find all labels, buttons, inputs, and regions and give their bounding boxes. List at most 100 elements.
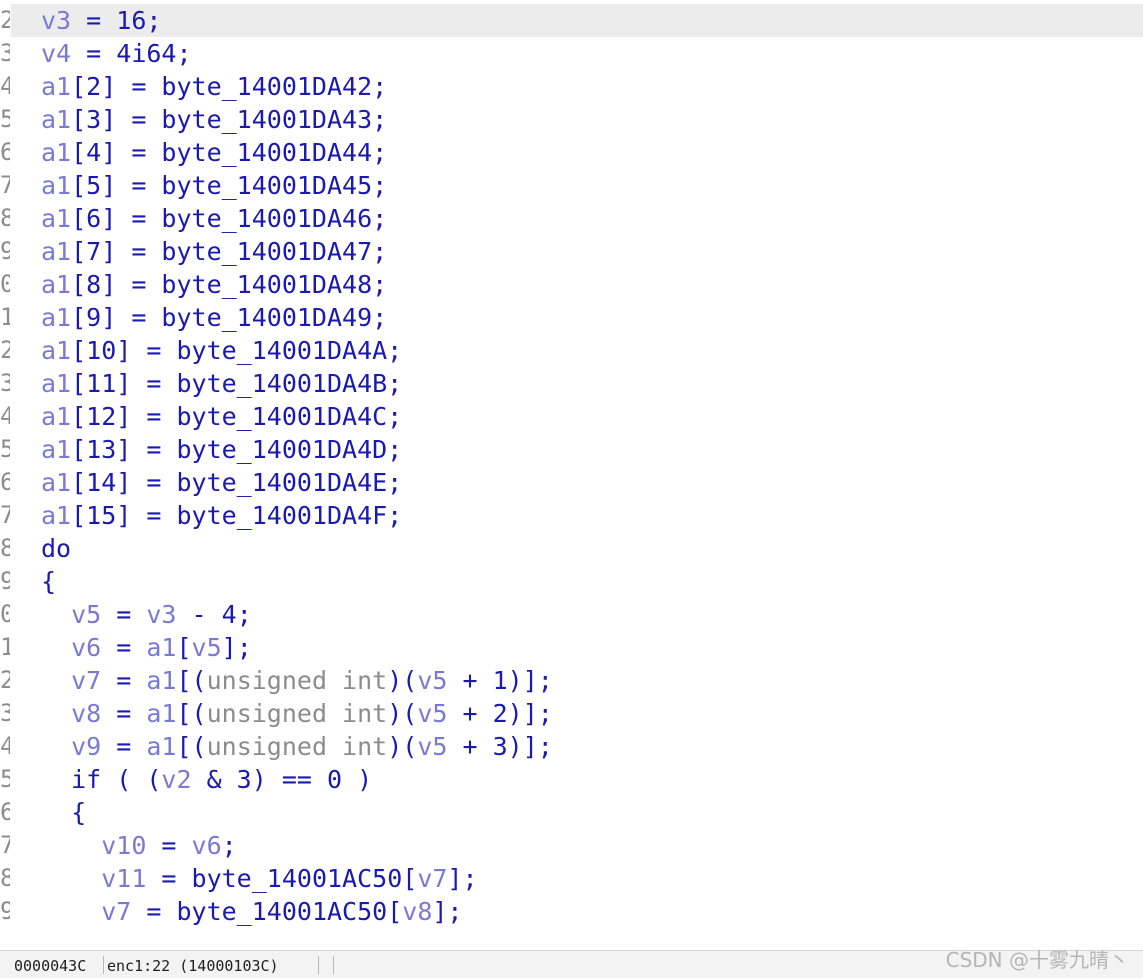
code-token-plain: ]; (447, 864, 478, 893)
code-token-plain: = (101, 600, 147, 629)
code-token-var[interactable]: v5 (71, 600, 101, 629)
code-token-var[interactable]: v5 (417, 666, 447, 695)
code-token-var[interactable]: a1 (41, 369, 71, 398)
code-token-var[interactable]: a1 (146, 732, 176, 761)
code-token-plain: + 1)]; (447, 666, 553, 695)
code-token-var[interactable]: v7 (101, 897, 131, 926)
code-token-var[interactable]: a1 (41, 402, 71, 431)
code-token-var[interactable]: a1 (41, 171, 71, 200)
code-token-var[interactable]: v3 (41, 6, 71, 35)
code-token-plain: [7] = byte_14001DA47; (71, 237, 388, 266)
code-token-var[interactable]: v10 (101, 831, 146, 860)
code-line[interactable]: a1[8] = byte_14001DA48; (11, 268, 1143, 301)
code-token-var[interactable]: a1 (41, 204, 71, 233)
code-token-plain: [3] = byte_14001DA43; (71, 105, 388, 134)
code-line[interactable]: a1[9] = byte_14001DA49; (11, 301, 1143, 334)
code-line[interactable]: v7 = a1[(unsigned int)(v5 + 1)]; (11, 664, 1143, 697)
code-token-var[interactable]: a1 (41, 336, 71, 365)
code-token-var[interactable]: v5 (192, 633, 222, 662)
code-token-plain: [5] = byte_14001DA45; (71, 171, 388, 200)
code-line[interactable]: a1[3] = byte_14001DA43; (11, 103, 1143, 136)
line-number: 5 (0, 435, 10, 463)
code-token-var[interactable]: a1 (41, 138, 71, 167)
code-line[interactable]: v8 = a1[(unsigned int)(v5 + 2)]; (11, 697, 1143, 730)
code-line[interactable]: v6 = a1[v5]; (11, 631, 1143, 664)
code-token-var[interactable]: v6 (71, 633, 101, 662)
line-number: 0 (0, 270, 10, 298)
code-token-plain: + 2)]; (447, 699, 553, 728)
code-token-plain: [6] = byte_14001DA46; (71, 204, 388, 233)
line-number: 7 (0, 501, 10, 529)
code-token-var[interactable]: v5 (417, 732, 447, 761)
code-token-plain: = 16; (71, 6, 162, 35)
line-number: 2 (0, 666, 10, 694)
code-line[interactable]: v5 = v3 - 4; (11, 598, 1143, 631)
code-line[interactable]: a1[10] = byte_14001DA4A; (11, 334, 1143, 367)
code-line[interactable]: v7 = byte_14001AC50[v8]; (11, 895, 1143, 928)
code-line[interactable]: a1[4] = byte_14001DA44; (11, 136, 1143, 169)
line-number: 0 (0, 600, 10, 628)
code-token-var[interactable]: a1 (41, 237, 71, 266)
code-line[interactable]: if ( (v2 & 3) == 0 ) (11, 763, 1143, 796)
line-number: 4 (0, 732, 10, 760)
code-token-var[interactable]: a1 (146, 699, 176, 728)
code-token-plain: [( (176, 666, 207, 695)
code-line[interactable]: { (11, 565, 1143, 598)
code-line[interactable]: a1[14] = byte_14001DA4E; (11, 466, 1143, 499)
code-token-plain: [9] = byte_14001DA49; (71, 303, 388, 332)
code-line[interactable]: a1[13] = byte_14001DA4D; (11, 433, 1143, 466)
code-line[interactable]: v11 = byte_14001AC50[v7]; (11, 862, 1143, 895)
code-token-plain: { (41, 567, 57, 596)
code-token-type: unsigned int (206, 666, 388, 695)
code-line[interactable]: a1[11] = byte_14001DA4B; (11, 367, 1143, 400)
code-line[interactable]: v10 = v6; (11, 829, 1143, 862)
code-line[interactable]: a1[5] = byte_14001DA45; (11, 169, 1143, 202)
code-token-plain: [ (176, 633, 192, 662)
code-token-var[interactable]: a1 (146, 666, 176, 695)
code-token-var[interactable]: v4 (41, 39, 71, 68)
code-token-plain: + 3)]; (447, 732, 553, 761)
line-number: 6 (0, 468, 10, 496)
code-line[interactable]: a1[2] = byte_14001DA42; (11, 70, 1143, 103)
code-token-var[interactable]: a1 (41, 105, 71, 134)
code-token-var[interactable]: v5 (417, 699, 447, 728)
code-token-var[interactable]: v3 (146, 600, 176, 629)
code-token-plain: & 3) == 0 ) (191, 765, 373, 794)
code-token-var[interactable]: v2 (161, 765, 191, 794)
code-line[interactable]: a1[15] = byte_14001DA4F; (11, 499, 1143, 532)
code-token-var[interactable]: v6 (192, 831, 222, 860)
status-separator (103, 956, 104, 974)
code-line[interactable]: { (11, 796, 1143, 829)
line-number: 4 (0, 402, 10, 430)
code-area[interactable]: v3 = 16; v4 = 4i64; a1[2] = byte_14001DA42… (11, 0, 1143, 950)
line-number: 8 (0, 534, 10, 562)
code-line-current[interactable]: v3 = 16; (11, 4, 1143, 37)
code-token-var[interactable]: a1 (41, 468, 71, 497)
code-line[interactable]: v9 = a1[(unsigned int)(v5 + 3)]; (11, 730, 1143, 763)
code-token-var[interactable]: v8 (402, 897, 432, 926)
code-token-var[interactable]: v7 (417, 864, 447, 893)
code-token-var[interactable]: v11 (101, 864, 146, 893)
code-token-plain: do (41, 534, 72, 563)
code-line[interactable]: v4 = 4i64; (11, 37, 1143, 70)
code-token-plain: )( (387, 732, 418, 761)
line-number: 6 (0, 138, 10, 166)
code-token-plain: [( (176, 732, 207, 761)
code-line[interactable]: do (11, 532, 1143, 565)
code-line[interactable]: a1[6] = byte_14001DA46; (11, 202, 1143, 235)
code-token-var[interactable]: v9 (71, 732, 101, 761)
code-token-var[interactable]: v8 (71, 699, 101, 728)
code-token-plain: ]; (432, 897, 463, 926)
code-token-var[interactable]: a1 (41, 501, 71, 530)
code-token-var[interactable]: a1 (41, 303, 71, 332)
code-token-var[interactable]: a1 (41, 435, 71, 464)
code-token-var[interactable]: a1 (41, 72, 71, 101)
code-token-var[interactable]: v7 (71, 666, 101, 695)
code-line[interactable]: a1[12] = byte_14001DA4C; (11, 400, 1143, 433)
code-line[interactable]: a1[7] = byte_14001DA47; (11, 235, 1143, 268)
pseudocode-editor[interactable]: 2 3 4 5 6 7 8 9 0 1 2 3 4 5 6 7 8 9 0 1 2 3 4 5 6 7 8 9 v3 = 16; v4 … (0, 0, 1143, 950)
code-token-var[interactable]: a1 (146, 633, 176, 662)
code-token-var[interactable]: a1 (41, 270, 71, 299)
